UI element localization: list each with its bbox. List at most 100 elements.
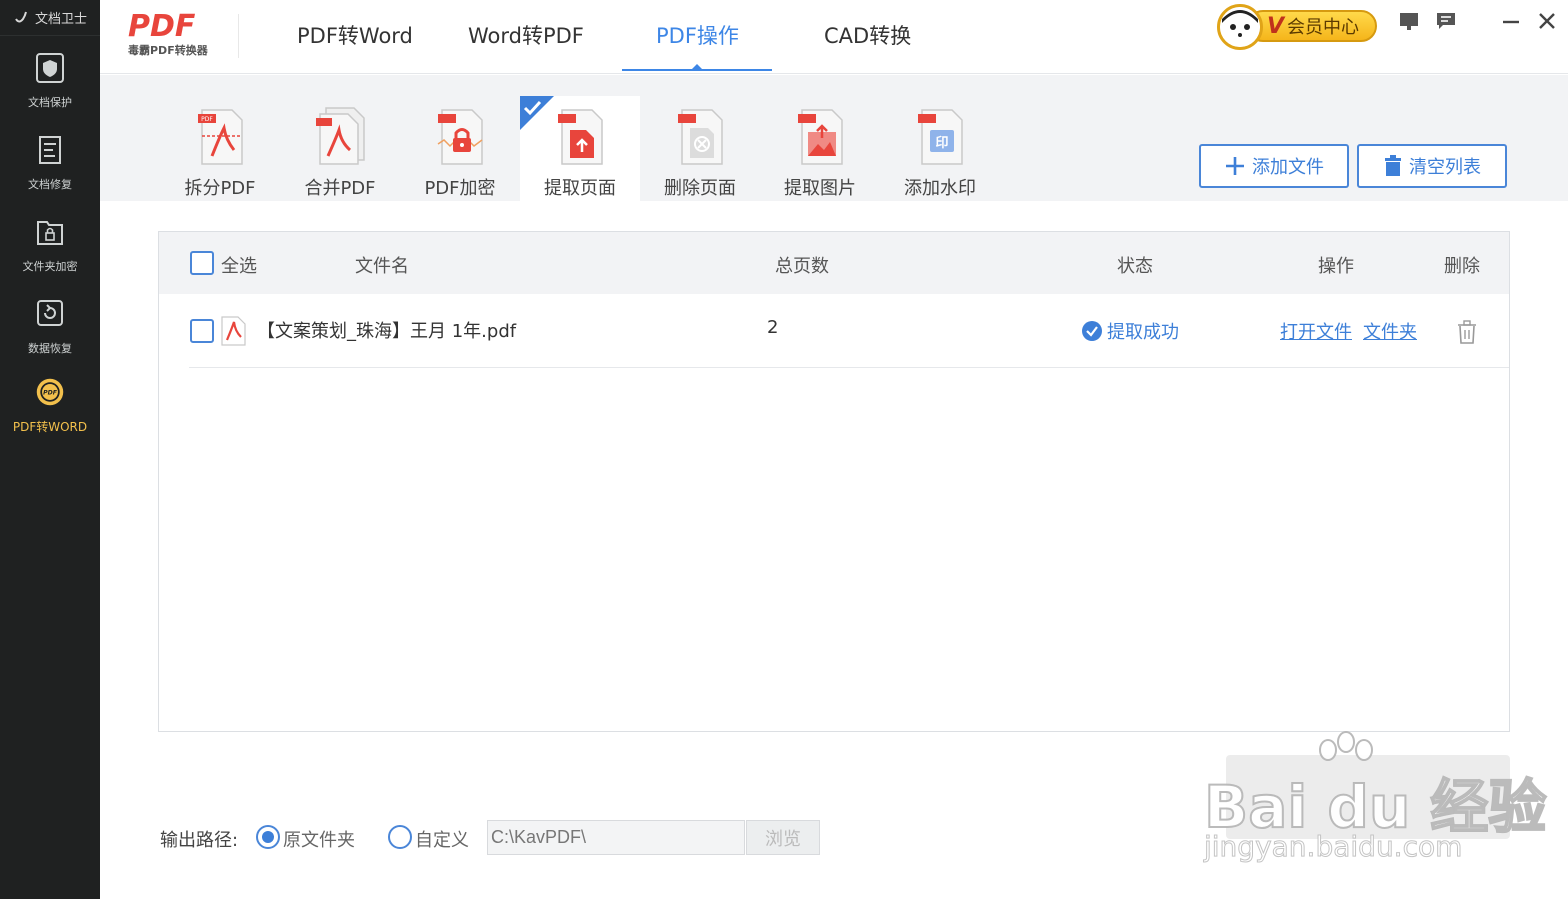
tool-label: 合并PDF bbox=[304, 178, 376, 199]
tool-label: 添加水印 bbox=[904, 178, 976, 199]
paw-logo-icon bbox=[1319, 731, 1373, 761]
tool-delete-pages[interactable]: 删除页面 bbox=[640, 96, 760, 201]
tool-label: 删除页面 bbox=[664, 178, 736, 199]
original-folder-label[interactable]: 原文件夹 bbox=[283, 826, 355, 852]
close-icon[interactable] bbox=[1534, 8, 1560, 34]
tool-extract-pages[interactable]: 提取页面 bbox=[520, 96, 640, 201]
table-header: 全选 文件名 总页数 状态 操作 删除 bbox=[159, 232, 1509, 294]
clear-list-button[interactable]: 清空列表 bbox=[1357, 144, 1507, 188]
pdf-file-icon bbox=[221, 316, 246, 346]
open-folder-link[interactable]: 文件夹 bbox=[1363, 318, 1417, 344]
folder-lock-icon bbox=[35, 216, 65, 248]
skin-icon[interactable] bbox=[1396, 8, 1422, 34]
custom-folder-label[interactable]: 自定义 bbox=[415, 826, 469, 852]
tab-pdf-operations[interactable]: PDF操作 bbox=[656, 20, 739, 54]
col-filename: 文件名 bbox=[355, 256, 409, 277]
svg-text:PDF: PDF bbox=[128, 9, 196, 44]
add-file-button[interactable]: 添加文件 bbox=[1199, 144, 1349, 188]
shield-icon bbox=[35, 52, 65, 84]
row-filename: 【文案策划_珠海】王月 1年.pdf bbox=[257, 321, 517, 342]
col-delete: 删除 bbox=[1444, 256, 1480, 277]
data-recovery-icon bbox=[35, 298, 65, 330]
svg-text:印: 印 bbox=[935, 136, 948, 151]
row-checkbox[interactable] bbox=[190, 319, 214, 343]
vip-center-button[interactable]: 会员中心 V bbox=[1217, 4, 1379, 50]
clear-list-label: 清空列表 bbox=[1409, 157, 1481, 178]
sidebar-item-label: PDF转WORD bbox=[12, 420, 88, 434]
mascot-avatar bbox=[1217, 4, 1263, 50]
open-file-link[interactable]: 打开文件 bbox=[1280, 318, 1352, 344]
sidebar-item-folder-encrypt[interactable]: 文件夹加密 bbox=[0, 216, 100, 288]
document-repair-icon bbox=[35, 134, 65, 166]
select-all-checkbox[interactable] bbox=[190, 251, 214, 275]
watermark-icon: 印 bbox=[918, 109, 963, 165]
tool-split-pdf[interactable]: PDF 拆分PDF bbox=[160, 96, 280, 201]
extract-page-icon bbox=[558, 109, 603, 165]
logo-divider bbox=[238, 14, 239, 58]
app-window: 文档卫士 文档保护 文档修复 文件夹加密 数据恢复 PDF PDF转WORD P… bbox=[0, 0, 1568, 899]
active-tab-caret bbox=[692, 64, 702, 69]
col-total-pages: 总页数 bbox=[775, 256, 829, 277]
sidebar-brand-label: 文档卫士 bbox=[34, 12, 87, 27]
svg-text:PDF: PDF bbox=[201, 116, 213, 123]
plus-icon bbox=[1226, 157, 1244, 175]
watermark-text: Bai du 经验 bbox=[1203, 772, 1547, 842]
feedback-icon[interactable] bbox=[1433, 8, 1459, 34]
sidebar-item-label: 数据恢复 bbox=[28, 342, 72, 355]
active-tab-underline bbox=[622, 69, 772, 71]
col-status: 状态 bbox=[1117, 256, 1153, 277]
svg-text:毒霸PDF转换器: 毒霸PDF转换器 bbox=[128, 43, 209, 57]
delete-page-icon bbox=[678, 109, 723, 165]
app-logo: PDF 毒霸PDF转换器 bbox=[126, 8, 236, 62]
baidu-watermark: Bai du 经验 jingyan.baidu.com bbox=[1196, 730, 1547, 870]
tool-merge-pdf[interactable]: 合并PDF bbox=[280, 96, 400, 201]
tool-label: PDF加密 bbox=[424, 178, 496, 199]
sidebar-item-pdf-to-word[interactable]: PDF PDF转WORD bbox=[0, 376, 100, 448]
left-sidebar: 文档卫士 文档保护 文档修复 文件夹加密 数据恢复 PDF PDF转WORD bbox=[0, 0, 100, 899]
top-bar: PDF 毒霸PDF转换器 PDF转Word Word转PDF PDF操作 CAD… bbox=[100, 0, 1568, 74]
row-status: 提取成功 bbox=[1081, 318, 1179, 344]
row-page-count: 2 bbox=[767, 317, 779, 338]
col-actions: 操作 bbox=[1318, 256, 1354, 277]
extract-image-icon bbox=[798, 109, 843, 165]
success-check-icon bbox=[1082, 321, 1102, 341]
col-select-all[interactable]: 全选 bbox=[221, 252, 257, 278]
tool-add-watermark[interactable]: 印 添加水印 bbox=[880, 96, 1000, 201]
tool-label: 提取图片 bbox=[784, 178, 856, 199]
tool-label: 拆分PDF bbox=[184, 178, 256, 199]
output-path-input[interactable] bbox=[487, 820, 745, 855]
split-pdf-icon: PDF bbox=[198, 109, 243, 165]
custom-folder-radio[interactable] bbox=[388, 825, 412, 849]
tab-cad-convert[interactable]: CAD转换 bbox=[824, 20, 911, 54]
minimize-icon[interactable] bbox=[1498, 8, 1524, 34]
sidebar-brand: 文档卫士 bbox=[0, 0, 100, 36]
watermark-subtext: jingyan.baidu.com bbox=[1203, 830, 1463, 864]
tool-extract-images[interactable]: 提取图片 bbox=[760, 96, 880, 201]
sidebar-item-doc-protect[interactable]: 文档保护 bbox=[0, 52, 100, 124]
tool-encrypt-pdf[interactable]: PDF加密 bbox=[400, 96, 520, 201]
delete-row-icon[interactable] bbox=[1457, 320, 1477, 344]
svg-text:PDF: PDF bbox=[43, 390, 58, 397]
trash-icon bbox=[1385, 155, 1401, 176]
vip-v-mark: V bbox=[1267, 14, 1285, 39]
pdf-tools-toolbar: PDF 拆分PDF 合并PDF PDF加密 提取页面 删除页面 提取图片 印 添… bbox=[100, 75, 1568, 201]
tool-label: 提取页面 bbox=[544, 178, 616, 199]
sidebar-item-data-recovery[interactable]: 数据恢复 bbox=[0, 298, 100, 370]
tab-word-to-pdf[interactable]: Word转PDF bbox=[468, 20, 584, 54]
add-file-label: 添加文件 bbox=[1252, 157, 1324, 178]
file-list-table: 全选 文件名 总页数 状态 操作 删除 【文案策划_珠海】王月 1年.pdf 2… bbox=[158, 231, 1510, 732]
selected-check-icon bbox=[520, 96, 554, 130]
original-folder-radio[interactable] bbox=[256, 825, 280, 849]
browse-button[interactable]: 浏览 bbox=[746, 820, 820, 855]
tab-pdf-to-word[interactable]: PDF转Word bbox=[297, 20, 413, 54]
sidebar-item-label: 文件夹加密 bbox=[22, 260, 78, 273]
table-row: 【文案策划_珠海】王月 1年.pdf 2 提取成功 打开文件 文件夹 bbox=[189, 294, 1509, 368]
sidebar-item-doc-repair[interactable]: 文档修复 bbox=[0, 134, 100, 206]
sidebar-item-label: 文档修复 bbox=[28, 178, 72, 191]
status-text: 提取成功 bbox=[1107, 322, 1179, 343]
pdf-badge-icon: PDF bbox=[35, 376, 65, 408]
sidebar-item-label: 文档保护 bbox=[28, 96, 72, 109]
lock-pdf-icon bbox=[437, 109, 483, 165]
output-path-label: 输出路径: bbox=[160, 830, 239, 851]
brand-icon bbox=[15, 11, 27, 22]
